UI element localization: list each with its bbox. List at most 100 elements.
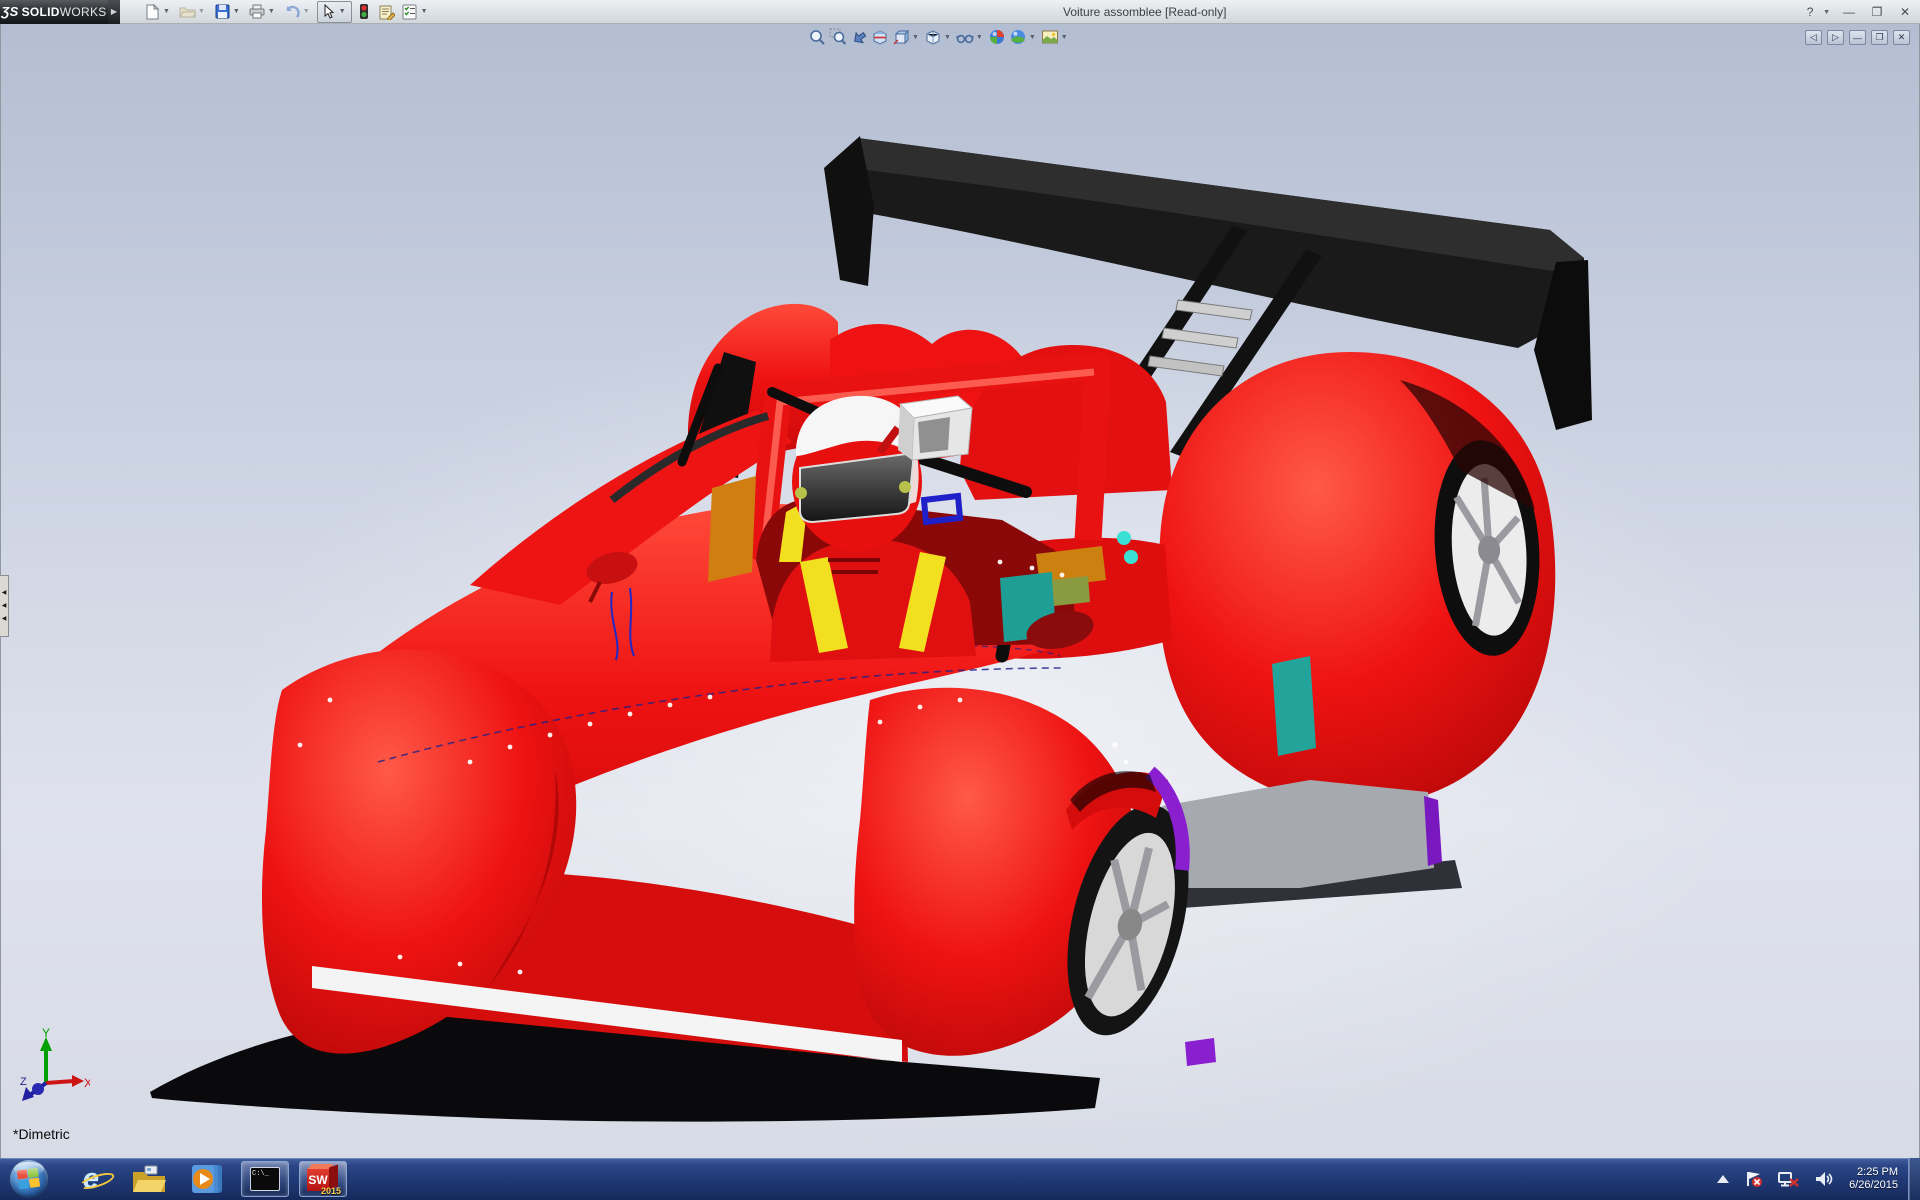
select-button[interactable]: ▼ [317, 1, 352, 23]
open-button[interactable]: ▼ [177, 1, 210, 23]
clock-time: 2:25 PM [1849, 1166, 1898, 1179]
undo-arrow-icon [284, 3, 301, 20]
triad-x-label: X [84, 1076, 90, 1090]
show-desktop-button[interactable] [1908, 1158, 1920, 1200]
solidworks-app: { "titlebar": { "brand_glyph": "ƷS", "br… [0, 0, 1920, 1200]
select-dropdown-arrow[interactable]: ▼ [339, 8, 346, 15]
printer-icon [249, 3, 266, 20]
cyan-knob-2 [1124, 550, 1138, 564]
zoom-to-area-button[interactable] [829, 28, 847, 46]
taskbar-media-player[interactable] [187, 1161, 227, 1197]
clock-date: 6/26/2015 [1849, 1179, 1898, 1192]
feature-panel-splitter-tab[interactable]: ◀ ◀ ◀ [0, 575, 9, 637]
hide-show-items-button[interactable]: ▼ [956, 28, 985, 46]
rebuild-button[interactable] [354, 1, 375, 23]
view-orientation-icon [892, 28, 910, 46]
triad-z-label: Z [20, 1076, 27, 1088]
windows-taskbar: e C:\_ SW 2015 [0, 1158, 1920, 1200]
previous-view-icon [850, 28, 868, 46]
print-button[interactable]: ▼ [247, 1, 280, 23]
taskbar-clock[interactable]: 2:25 PM 6/26/2015 [1849, 1166, 1898, 1192]
select-cursor-icon [320, 3, 337, 20]
previous-view-button[interactable] [850, 28, 868, 46]
action-center-flag-icon[interactable] [1744, 1170, 1764, 1188]
save-dropdown-arrow[interactable]: ▼ [233, 8, 240, 15]
display-style-button[interactable]: ▼ [924, 28, 953, 46]
system-tray: 2:25 PM 6/26/2015 [1709, 1158, 1920, 1200]
show-hidden-icons-button[interactable] [1716, 1174, 1730, 1184]
window-title: Voiture assomblee [Read-only] [1063, 5, 1226, 19]
apply-scene-button[interactable]: ▼ [1009, 28, 1038, 46]
view-settings-button[interactable]: ▼ [1041, 28, 1070, 46]
edit-appearance-button[interactable] [988, 28, 1006, 46]
new-dropdown-arrow[interactable]: ▼ [163, 8, 170, 15]
display-style-dropdown[interactable]: ▼ [944, 34, 951, 41]
section-view-icon [871, 28, 889, 46]
appearance-sphere-icon [988, 28, 1006, 46]
taskbar-solidworks[interactable]: SW 2015 [299, 1161, 347, 1197]
options-button[interactable]: ▼ [400, 1, 433, 23]
lower-purple-sliver [1185, 1038, 1216, 1066]
splitter-arrow-icon: ◀ [2, 603, 7, 609]
zoom-to-fit-button[interactable] [808, 28, 826, 46]
doc-restore-button[interactable]: ❐ [1871, 30, 1888, 45]
view-orientation-dropdown[interactable]: ▼ [912, 34, 919, 41]
media-player-icon [190, 1163, 224, 1195]
scene-sphere-icon [1009, 28, 1027, 46]
save-button[interactable]: ▼ [212, 1, 245, 23]
undo-button[interactable]: ▼ [282, 1, 315, 23]
solidworks-2015-icon: SW 2015 [307, 1164, 339, 1194]
file-properties-button[interactable] [377, 1, 398, 23]
sw-year-badge: 2015 [321, 1186, 341, 1196]
taskbar-internet-explorer[interactable]: e [71, 1161, 111, 1197]
doc-minimize-button[interactable]: — [1849, 30, 1866, 45]
apply-scene-dropdown[interactable]: ▼ [1029, 34, 1036, 41]
interior-panel-orange-left [708, 476, 756, 582]
command-prompt-icon: C:\_ [250, 1167, 280, 1191]
doc-close-button[interactable]: ✕ [1893, 30, 1910, 45]
section-view-button[interactable] [871, 28, 889, 46]
hide-show-dropdown[interactable]: ▼ [976, 34, 983, 41]
taskbar-command-prompt[interactable]: C:\_ [241, 1161, 289, 1197]
help-dropdown-arrow[interactable]: ▼ [1823, 9, 1830, 16]
new-document-icon [144, 3, 161, 20]
minimize-button[interactable]: — [1840, 5, 1858, 19]
solidworks-logo: ƷS SOLIDWORKS [0, 0, 108, 24]
race-car-model[interactable] [0, 24, 1920, 1158]
pane-collapse-right-button[interactable]: ▷ [1827, 30, 1844, 45]
undo-dropdown-arrow[interactable]: ▼ [303, 8, 310, 15]
start-button[interactable] [10, 1160, 48, 1198]
internet-explorer-icon: e [83, 1163, 99, 1196]
view-settings-dropdown[interactable]: ▼ [1061, 34, 1068, 41]
traffic-light-icon [356, 3, 373, 20]
zoom-fit-icon [808, 28, 826, 46]
interior-panel-olive [1052, 576, 1090, 606]
solidworks-logo-glyph: ƷS [1, 4, 18, 19]
main-toolbar: ▼ ▼ ▼ ▼ ▼ ▼ [142, 0, 435, 24]
view-settings-icon [1041, 28, 1059, 46]
restore-button[interactable]: ❐ [1868, 5, 1886, 19]
menu-flyout-arrow-icon[interactable]: ▶ [108, 0, 120, 24]
taskbar-windows-explorer[interactable] [129, 1161, 169, 1197]
graphics-viewport[interactable]: ▼ ▼ ▼ ▼ ▼ ◁ ▷ — ❐ ✕ ◀ ◀ ◀ [0, 24, 1920, 1158]
print-dropdown-arrow[interactable]: ▼ [268, 8, 275, 15]
close-button[interactable]: ✕ [1896, 5, 1914, 19]
side-duct-teal [1272, 656, 1316, 756]
options-checklist-icon [402, 3, 419, 20]
front-bodywork[interactable] [262, 410, 1138, 1062]
help-button[interactable]: ? [1801, 5, 1819, 19]
options-dropdown-arrow[interactable]: ▼ [421, 8, 428, 15]
new-button[interactable]: ▼ [142, 1, 175, 23]
open-dropdown-arrow[interactable]: ▼ [198, 8, 205, 15]
reference-triad: Y X Z [12, 1025, 90, 1108]
brand-works: WORKS [60, 5, 107, 19]
cyan-knob-1 [1117, 531, 1131, 545]
save-floppy-icon [214, 3, 231, 20]
pane-collapse-left-button[interactable]: ◁ [1805, 30, 1822, 45]
document-window-controls: ◁ ▷ — ❐ ✕ [1805, 30, 1910, 45]
eyeglasses-icon [956, 28, 974, 46]
view-orientation-button[interactable]: ▼ [892, 28, 921, 46]
volume-icon[interactable] [1814, 1170, 1834, 1188]
network-status-icon[interactable] [1778, 1170, 1800, 1188]
titlebar: ƷS SOLIDWORKS ▶ ▼ ▼ ▼ ▼ ▼ [0, 0, 1920, 24]
